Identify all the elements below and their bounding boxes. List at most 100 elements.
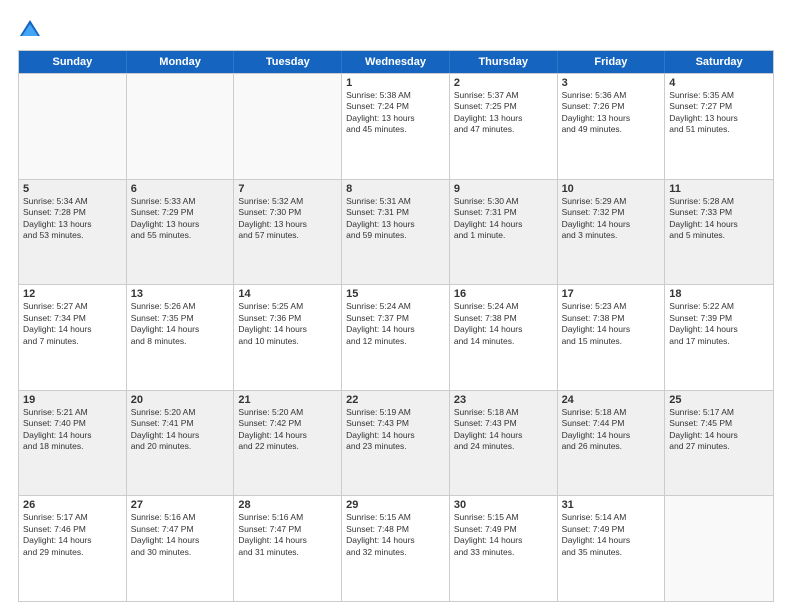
day-info: Sunrise: 5:20 AM Sunset: 7:41 PM Dayligh… — [131, 407, 230, 453]
day-info: Sunrise: 5:31 AM Sunset: 7:31 PM Dayligh… — [346, 196, 445, 242]
calendar-cell: 9Sunrise: 5:30 AM Sunset: 7:31 PM Daylig… — [450, 180, 558, 285]
day-info: Sunrise: 5:20 AM Sunset: 7:42 PM Dayligh… — [238, 407, 337, 453]
weekday-header: Monday — [127, 51, 235, 73]
calendar-row: 12Sunrise: 5:27 AM Sunset: 7:34 PM Dayli… — [19, 284, 773, 390]
calendar-row: 5Sunrise: 5:34 AM Sunset: 7:28 PM Daylig… — [19, 179, 773, 285]
logo — [18, 18, 46, 42]
calendar-cell — [127, 74, 235, 179]
day-number: 29 — [346, 499, 445, 511]
calendar-row: 1Sunrise: 5:38 AM Sunset: 7:24 PM Daylig… — [19, 73, 773, 179]
weekday-header: Sunday — [19, 51, 127, 73]
day-info: Sunrise: 5:18 AM Sunset: 7:44 PM Dayligh… — [562, 407, 661, 453]
calendar-cell: 26Sunrise: 5:17 AM Sunset: 7:46 PM Dayli… — [19, 496, 127, 601]
day-number: 14 — [238, 288, 337, 300]
calendar-cell: 25Sunrise: 5:17 AM Sunset: 7:45 PM Dayli… — [665, 391, 773, 496]
calendar-cell: 6Sunrise: 5:33 AM Sunset: 7:29 PM Daylig… — [127, 180, 235, 285]
calendar-cell: 1Sunrise: 5:38 AM Sunset: 7:24 PM Daylig… — [342, 74, 450, 179]
calendar-cell: 29Sunrise: 5:15 AM Sunset: 7:48 PM Dayli… — [342, 496, 450, 601]
calendar-cell: 16Sunrise: 5:24 AM Sunset: 7:38 PM Dayli… — [450, 285, 558, 390]
day-info: Sunrise: 5:36 AM Sunset: 7:26 PM Dayligh… — [562, 90, 661, 136]
calendar-row: 26Sunrise: 5:17 AM Sunset: 7:46 PM Dayli… — [19, 495, 773, 601]
calendar-cell: 3Sunrise: 5:36 AM Sunset: 7:26 PM Daylig… — [558, 74, 666, 179]
calendar-cell: 14Sunrise: 5:25 AM Sunset: 7:36 PM Dayli… — [234, 285, 342, 390]
calendar-cell — [665, 496, 773, 601]
day-number: 22 — [346, 394, 445, 406]
day-info: Sunrise: 5:30 AM Sunset: 7:31 PM Dayligh… — [454, 196, 553, 242]
day-info: Sunrise: 5:18 AM Sunset: 7:43 PM Dayligh… — [454, 407, 553, 453]
calendar-cell: 31Sunrise: 5:14 AM Sunset: 7:49 PM Dayli… — [558, 496, 666, 601]
day-number: 24 — [562, 394, 661, 406]
calendar-cell: 4Sunrise: 5:35 AM Sunset: 7:27 PM Daylig… — [665, 74, 773, 179]
day-number: 12 — [23, 288, 122, 300]
day-number: 19 — [23, 394, 122, 406]
day-number: 6 — [131, 183, 230, 195]
day-info: Sunrise: 5:35 AM Sunset: 7:27 PM Dayligh… — [669, 90, 769, 136]
calendar-header: SundayMondayTuesdayWednesdayThursdayFrid… — [19, 51, 773, 73]
day-number: 7 — [238, 183, 337, 195]
calendar-cell: 13Sunrise: 5:26 AM Sunset: 7:35 PM Dayli… — [127, 285, 235, 390]
day-info: Sunrise: 5:14 AM Sunset: 7:49 PM Dayligh… — [562, 512, 661, 558]
day-number: 9 — [454, 183, 553, 195]
day-info: Sunrise: 5:27 AM Sunset: 7:34 PM Dayligh… — [23, 301, 122, 347]
day-info: Sunrise: 5:16 AM Sunset: 7:47 PM Dayligh… — [238, 512, 337, 558]
calendar-cell: 12Sunrise: 5:27 AM Sunset: 7:34 PM Dayli… — [19, 285, 127, 390]
calendar-cell: 23Sunrise: 5:18 AM Sunset: 7:43 PM Dayli… — [450, 391, 558, 496]
header — [18, 18, 774, 42]
day-info: Sunrise: 5:17 AM Sunset: 7:45 PM Dayligh… — [669, 407, 769, 453]
day-info: Sunrise: 5:15 AM Sunset: 7:48 PM Dayligh… — [346, 512, 445, 558]
weekday-header: Friday — [558, 51, 666, 73]
day-info: Sunrise: 5:16 AM Sunset: 7:47 PM Dayligh… — [131, 512, 230, 558]
day-number: 18 — [669, 288, 769, 300]
page: SundayMondayTuesdayWednesdayThursdayFrid… — [0, 0, 792, 612]
day-number: 16 — [454, 288, 553, 300]
day-info: Sunrise: 5:38 AM Sunset: 7:24 PM Dayligh… — [346, 90, 445, 136]
day-number: 5 — [23, 183, 122, 195]
calendar-cell: 2Sunrise: 5:37 AM Sunset: 7:25 PM Daylig… — [450, 74, 558, 179]
day-info: Sunrise: 5:24 AM Sunset: 7:37 PM Dayligh… — [346, 301, 445, 347]
day-info: Sunrise: 5:33 AM Sunset: 7:29 PM Dayligh… — [131, 196, 230, 242]
day-info: Sunrise: 5:24 AM Sunset: 7:38 PM Dayligh… — [454, 301, 553, 347]
day-info: Sunrise: 5:25 AM Sunset: 7:36 PM Dayligh… — [238, 301, 337, 347]
calendar-cell: 5Sunrise: 5:34 AM Sunset: 7:28 PM Daylig… — [19, 180, 127, 285]
calendar: SundayMondayTuesdayWednesdayThursdayFrid… — [18, 50, 774, 602]
day-info: Sunrise: 5:26 AM Sunset: 7:35 PM Dayligh… — [131, 301, 230, 347]
day-info: Sunrise: 5:23 AM Sunset: 7:38 PM Dayligh… — [562, 301, 661, 347]
calendar-cell: 11Sunrise: 5:28 AM Sunset: 7:33 PM Dayli… — [665, 180, 773, 285]
weekday-header: Saturday — [665, 51, 773, 73]
calendar-body: 1Sunrise: 5:38 AM Sunset: 7:24 PM Daylig… — [19, 73, 773, 601]
day-info: Sunrise: 5:37 AM Sunset: 7:25 PM Dayligh… — [454, 90, 553, 136]
day-number: 28 — [238, 499, 337, 511]
day-number: 21 — [238, 394, 337, 406]
day-info: Sunrise: 5:19 AM Sunset: 7:43 PM Dayligh… — [346, 407, 445, 453]
day-number: 2 — [454, 77, 553, 89]
calendar-cell: 17Sunrise: 5:23 AM Sunset: 7:38 PM Dayli… — [558, 285, 666, 390]
calendar-cell: 7Sunrise: 5:32 AM Sunset: 7:30 PM Daylig… — [234, 180, 342, 285]
day-number: 26 — [23, 499, 122, 511]
day-number: 4 — [669, 77, 769, 89]
day-number: 3 — [562, 77, 661, 89]
day-number: 11 — [669, 183, 769, 195]
day-info: Sunrise: 5:17 AM Sunset: 7:46 PM Dayligh… — [23, 512, 122, 558]
day-number: 30 — [454, 499, 553, 511]
calendar-cell: 18Sunrise: 5:22 AM Sunset: 7:39 PM Dayli… — [665, 285, 773, 390]
calendar-cell: 28Sunrise: 5:16 AM Sunset: 7:47 PM Dayli… — [234, 496, 342, 601]
logo-icon — [18, 18, 42, 42]
day-info: Sunrise: 5:34 AM Sunset: 7:28 PM Dayligh… — [23, 196, 122, 242]
calendar-cell: 22Sunrise: 5:19 AM Sunset: 7:43 PM Dayli… — [342, 391, 450, 496]
calendar-cell: 21Sunrise: 5:20 AM Sunset: 7:42 PM Dayli… — [234, 391, 342, 496]
day-info: Sunrise: 5:28 AM Sunset: 7:33 PM Dayligh… — [669, 196, 769, 242]
day-info: Sunrise: 5:29 AM Sunset: 7:32 PM Dayligh… — [562, 196, 661, 242]
day-number: 17 — [562, 288, 661, 300]
day-number: 27 — [131, 499, 230, 511]
calendar-row: 19Sunrise: 5:21 AM Sunset: 7:40 PM Dayli… — [19, 390, 773, 496]
day-info: Sunrise: 5:15 AM Sunset: 7:49 PM Dayligh… — [454, 512, 553, 558]
day-info: Sunrise: 5:22 AM Sunset: 7:39 PM Dayligh… — [669, 301, 769, 347]
day-number: 23 — [454, 394, 553, 406]
day-number: 20 — [131, 394, 230, 406]
day-number: 1 — [346, 77, 445, 89]
calendar-cell: 27Sunrise: 5:16 AM Sunset: 7:47 PM Dayli… — [127, 496, 235, 601]
weekday-header: Thursday — [450, 51, 558, 73]
day-info: Sunrise: 5:21 AM Sunset: 7:40 PM Dayligh… — [23, 407, 122, 453]
calendar-cell: 15Sunrise: 5:24 AM Sunset: 7:37 PM Dayli… — [342, 285, 450, 390]
day-number: 13 — [131, 288, 230, 300]
